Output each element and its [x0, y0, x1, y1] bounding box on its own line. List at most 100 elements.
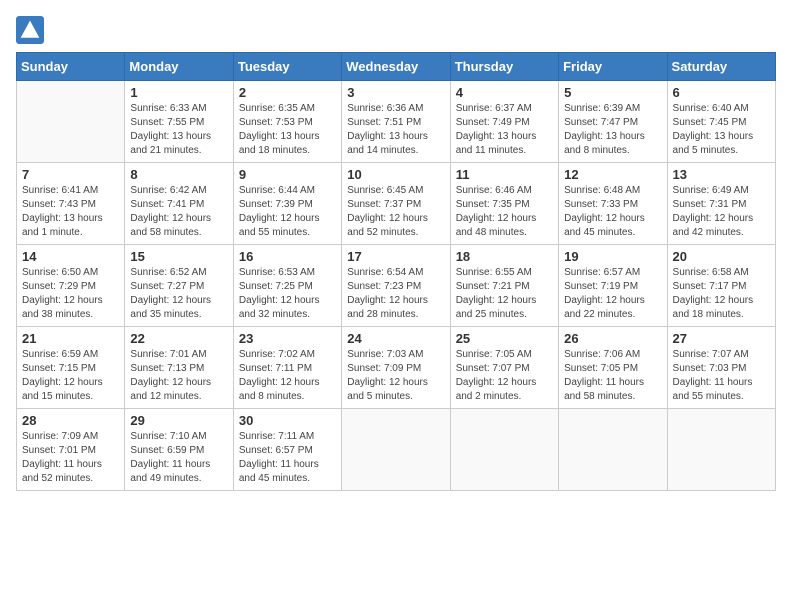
day-info: Sunrise: 7:01 AMSunset: 7:13 PMDaylight:… [130, 348, 227, 404]
day-info: Sunrise: 6:35 AMSunset: 7:53 PMDaylight:… [239, 102, 336, 158]
calendar-header-row: SundayMondayTuesdayWednesdayThursdayFrid… [17, 53, 776, 81]
day-number: 27 [673, 331, 770, 346]
day-cell: 21 Sunrise: 6:59 AMSunset: 7:15 PMDayligh… [17, 327, 125, 409]
day-number: 14 [22, 249, 119, 264]
day-cell: 11 Sunrise: 6:46 AMSunset: 7:35 PMDayligh… [450, 163, 558, 245]
day-info: Sunrise: 6:46 AMSunset: 7:35 PMDaylight:… [456, 184, 553, 240]
day-number: 29 [130, 413, 227, 428]
day-info: Sunrise: 6:36 AMSunset: 7:51 PMDaylight:… [347, 102, 444, 158]
logo-icon [16, 16, 44, 44]
day-cell: 22 Sunrise: 7:01 AMSunset: 7:13 PMDayligh… [125, 327, 233, 409]
day-cell: 18 Sunrise: 6:55 AMSunset: 7:21 PMDayligh… [450, 245, 558, 327]
header-cell-saturday: Saturday [667, 53, 775, 81]
day-info: Sunrise: 7:09 AMSunset: 7:01 PMDaylight:… [22, 430, 119, 486]
page-header [16, 16, 776, 44]
day-cell: 19Sunrise: 6:57 AMSunset: 7:19 PMDayligh… [559, 245, 667, 327]
day-info: Sunrise: 6:54 AMSunset: 7:23 PMDaylight:… [347, 266, 444, 322]
day-info: Sunrise: 6:42 AMSunset: 7:41 PMDaylight:… [130, 184, 227, 240]
day-number: 13 [673, 167, 770, 182]
day-info: Sunrise: 7:07 AMSunset: 7:03 PMDaylight:… [673, 348, 770, 404]
day-info: Sunrise: 6:37 AMSunset: 7:49 PMDaylight:… [456, 102, 553, 158]
day-number: 26 [564, 331, 661, 346]
day-info: Sunrise: 6:57 AMSunset: 7:19 PMDaylight:… [564, 266, 661, 322]
day-cell [667, 409, 775, 491]
day-number: 1 [130, 85, 227, 100]
day-cell [17, 81, 125, 163]
header-cell-monday: Monday [125, 53, 233, 81]
header-cell-sunday: Sunday [17, 53, 125, 81]
day-cell: 17 Sunrise: 6:54 AMSunset: 7:23 PMDayligh… [342, 245, 450, 327]
day-info: Sunrise: 7:10 AMSunset: 6:59 PMDaylight:… [130, 430, 227, 486]
day-info: Sunrise: 7:11 AMSunset: 6:57 PMDaylight:… [239, 430, 336, 486]
day-cell: 5 Sunrise: 6:39 AMSunset: 7:47 PMDaylight… [559, 81, 667, 163]
day-info: Sunrise: 7:03 AMSunset: 7:09 PMDaylight:… [347, 348, 444, 404]
day-info: Sunrise: 6:52 AMSunset: 7:27 PMDaylight:… [130, 266, 227, 322]
week-row-2: 14 Sunrise: 6:50 AMSunset: 7:29 PMDayligh… [17, 245, 776, 327]
day-info: Sunrise: 6:58 AMSunset: 7:17 PMDaylight:… [673, 266, 770, 322]
day-cell: 2 Sunrise: 6:35 AMSunset: 7:53 PMDaylight… [233, 81, 341, 163]
day-info: Sunrise: 6:48 AMSunset: 7:33 PMDaylight:… [564, 184, 661, 240]
day-number: 16 [239, 249, 336, 264]
day-number: 4 [456, 85, 553, 100]
day-info: Sunrise: 6:41 AMSunset: 7:43 PMDaylight:… [22, 184, 119, 240]
day-info: Sunrise: 6:40 AMSunset: 7:45 PMDaylight:… [673, 102, 770, 158]
day-number: 21 [22, 331, 119, 346]
day-number: 2 [239, 85, 336, 100]
day-number: 3 [347, 85, 444, 100]
day-cell: 20 Sunrise: 6:58 AMSunset: 7:17 PMDayligh… [667, 245, 775, 327]
day-number: 6 [673, 85, 770, 100]
day-cell: 9 Sunrise: 6:44 AMSunset: 7:39 PMDaylight… [233, 163, 341, 245]
day-cell: 7 Sunrise: 6:41 AMSunset: 7:43 PMDaylight… [17, 163, 125, 245]
day-number: 11 [456, 167, 553, 182]
day-number: 24 [347, 331, 444, 346]
day-info: Sunrise: 6:49 AMSunset: 7:31 PMDaylight:… [673, 184, 770, 240]
header-cell-thursday: Thursday [450, 53, 558, 81]
day-number: 7 [22, 167, 119, 182]
week-row-3: 21 Sunrise: 6:59 AMSunset: 7:15 PMDayligh… [17, 327, 776, 409]
day-info: Sunrise: 6:45 AMSunset: 7:37 PMDaylight:… [347, 184, 444, 240]
day-info: Sunrise: 6:39 AMSunset: 7:47 PMDaylight:… [564, 102, 661, 158]
day-number: 25 [456, 331, 553, 346]
day-number: 30 [239, 413, 336, 428]
day-number: 23 [239, 331, 336, 346]
week-row-4: 28Sunrise: 7:09 AMSunset: 7:01 PMDayligh… [17, 409, 776, 491]
day-info: Sunrise: 6:59 AMSunset: 7:15 PMDaylight:… [22, 348, 119, 404]
day-cell: 15Sunrise: 6:52 AMSunset: 7:27 PMDayligh… [125, 245, 233, 327]
day-info: Sunrise: 7:05 AMSunset: 7:07 PMDaylight:… [456, 348, 553, 404]
week-row-1: 7 Sunrise: 6:41 AMSunset: 7:43 PMDaylight… [17, 163, 776, 245]
header-cell-wednesday: Wednesday [342, 53, 450, 81]
day-cell: 6 Sunrise: 6:40 AMSunset: 7:45 PMDaylight… [667, 81, 775, 163]
day-number: 22 [130, 331, 227, 346]
header-cell-friday: Friday [559, 53, 667, 81]
day-number: 8 [130, 167, 227, 182]
day-number: 5 [564, 85, 661, 100]
day-cell: 10 Sunrise: 6:45 AMSunset: 7:37 PMDayligh… [342, 163, 450, 245]
day-cell: 27 Sunrise: 7:07 AMSunset: 7:03 PMDayligh… [667, 327, 775, 409]
day-number: 9 [239, 167, 336, 182]
day-cell: 4 Sunrise: 6:37 AMSunset: 7:49 PMDaylight… [450, 81, 558, 163]
day-cell: 30 Sunrise: 7:11 AMSunset: 6:57 PMDayligh… [233, 409, 341, 491]
day-cell: 14 Sunrise: 6:50 AMSunset: 7:29 PMDayligh… [17, 245, 125, 327]
day-cell: 16Sunrise: 6:53 AMSunset: 7:25 PMDayligh… [233, 245, 341, 327]
day-cell: 8 Sunrise: 6:42 AMSunset: 7:41 PMDaylight… [125, 163, 233, 245]
day-number: 20 [673, 249, 770, 264]
day-info: Sunrise: 6:55 AMSunset: 7:21 PMDaylight:… [456, 266, 553, 322]
day-info: Sunrise: 7:02 AMSunset: 7:11 PMDaylight:… [239, 348, 336, 404]
week-row-0: 1 Sunrise: 6:33 AMSunset: 7:55 PMDaylight… [17, 81, 776, 163]
day-number: 10 [347, 167, 444, 182]
day-info: Sunrise: 6:44 AMSunset: 7:39 PMDaylight:… [239, 184, 336, 240]
day-cell: 26Sunrise: 7:06 AMSunset: 7:05 PMDayligh… [559, 327, 667, 409]
day-cell [559, 409, 667, 491]
day-cell: 13 Sunrise: 6:49 AMSunset: 7:31 PMDayligh… [667, 163, 775, 245]
day-info: Sunrise: 6:50 AMSunset: 7:29 PMDaylight:… [22, 266, 119, 322]
day-number: 18 [456, 249, 553, 264]
day-cell: 12Sunrise: 6:48 AMSunset: 7:33 PMDayligh… [559, 163, 667, 245]
day-cell: 3 Sunrise: 6:36 AMSunset: 7:51 PMDaylight… [342, 81, 450, 163]
header-cell-tuesday: Tuesday [233, 53, 341, 81]
day-info: Sunrise: 6:33 AMSunset: 7:55 PMDaylight:… [130, 102, 227, 158]
day-cell: 24 Sunrise: 7:03 AMSunset: 7:09 PMDayligh… [342, 327, 450, 409]
day-cell: 28Sunrise: 7:09 AMSunset: 7:01 PMDayligh… [17, 409, 125, 491]
calendar-table: SundayMondayTuesdayWednesdayThursdayFrid… [16, 52, 776, 491]
day-cell [342, 409, 450, 491]
day-number: 17 [347, 249, 444, 264]
